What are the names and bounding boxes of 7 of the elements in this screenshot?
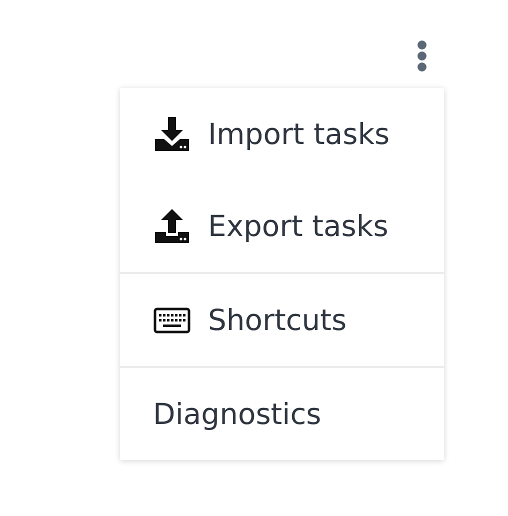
more-vertical-icon — [416, 40, 428, 72]
menu-item[interactable]: Import tasks — [120, 88, 444, 180]
download-icon — [153, 115, 191, 153]
upload-icon — [153, 207, 191, 245]
menu-item[interactable]: Shortcuts — [120, 274, 444, 366]
menu-item[interactable]: Export tasks — [120, 180, 444, 272]
menu-item[interactable]: Diagnostics — [120, 368, 444, 460]
